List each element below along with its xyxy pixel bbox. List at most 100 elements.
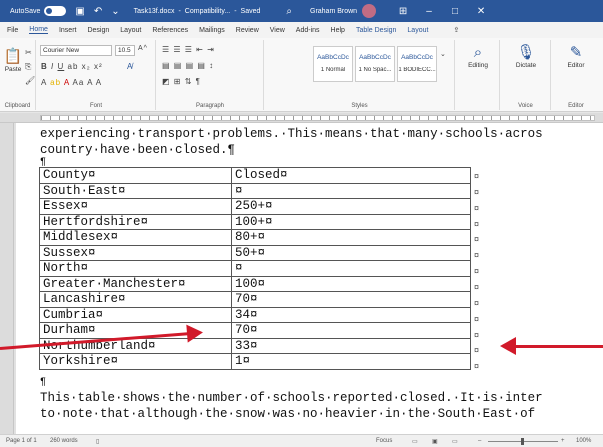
style-bodiecc[interactable]: AaBbCcDc 1 BODIECC... xyxy=(397,46,437,82)
style-normal[interactable]: AaBbCcDc 1 Normal xyxy=(313,46,353,82)
styles-more-icon[interactable]: ⌄ xyxy=(440,50,447,58)
zoom-out-button[interactable]: – xyxy=(478,438,481,444)
autosave-toggle[interactable]: AutoSave xyxy=(10,6,67,16)
closed-cell[interactable]: 70¤ xyxy=(231,322,471,339)
closed-cell[interactable]: 100¤ xyxy=(231,275,471,292)
tab-view[interactable]: View xyxy=(270,27,285,34)
county-cell[interactable]: Essex¤ xyxy=(39,198,232,215)
county-cell[interactable]: Cumbria¤ xyxy=(39,306,232,323)
avatar[interactable] xyxy=(362,4,377,18)
bold-italic-underline-icons[interactable]: B I U ab x₂ x² xyxy=(41,62,103,71)
table-row[interactable]: Cumbria¤ 34¤ xyxy=(39,306,471,323)
list-icons[interactable]: ☰ ☰ ☰ ⇤ ⇥ xyxy=(162,45,215,54)
share-icon[interactable]: ⇪ xyxy=(453,26,459,34)
county-cell[interactable]: Greater·Manchester¤ xyxy=(39,275,232,292)
zoom-in-button[interactable]: + xyxy=(561,438,565,444)
document-page[interactable]: experiencing·transport·problems.·This·me… xyxy=(16,123,603,434)
style-no-spacing[interactable]: AaBbCcDc 1 No Spac... xyxy=(355,46,395,82)
closed-cell[interactable]: 80+¤ xyxy=(231,229,471,246)
ruler-scale[interactable] xyxy=(40,115,595,121)
county-cell[interactable]: Lancashire¤ xyxy=(39,291,232,308)
minimize-button[interactable]: – xyxy=(416,6,442,17)
editing-button[interactable]: ⌕ Editing xyxy=(464,44,492,69)
format-painter-icon[interactable]: 🖌 xyxy=(25,76,36,85)
ribbon-display-icon[interactable]: ⊞ xyxy=(390,6,416,17)
county-cell[interactable]: South·East¤ xyxy=(39,182,232,199)
intro-line-2[interactable]: country·have·been·closed.¶ xyxy=(40,143,235,157)
table-row[interactable]: Sussex¤ 50+¤ xyxy=(39,244,471,261)
zoom-slider-thumb[interactable] xyxy=(521,438,524,445)
tab-file[interactable]: File xyxy=(7,27,18,34)
closed-cell[interactable]: ¤ xyxy=(231,182,471,199)
closed-cell[interactable]: 34¤ xyxy=(231,306,471,323)
search-icon[interactable]: ⌕ xyxy=(286,6,292,17)
county-cell[interactable]: Middlesex¤ xyxy=(39,229,232,246)
dictate-button[interactable]: 🎙 Dictate xyxy=(509,44,543,69)
table-row[interactable]: Lancashire¤ 70¤ xyxy=(39,291,471,308)
proofing-icon[interactable]: ▯ xyxy=(96,438,99,445)
tab-table-design[interactable]: Table Design xyxy=(356,27,396,34)
body-line-2[interactable]: to·note·that·although·the·snow·was·no·he… xyxy=(40,407,535,421)
closed-cell[interactable]: ¤ xyxy=(231,260,471,277)
editor-button[interactable]: ✎ Editor xyxy=(560,44,592,69)
tab-design[interactable]: Design xyxy=(87,27,109,34)
text-effects-icon[interactable]: A ab A Aa A A xyxy=(41,78,102,87)
zoom-level[interactable]: 100% xyxy=(576,438,591,444)
maximize-button[interactable]: □ xyxy=(442,6,468,17)
tab-insert[interactable]: Insert xyxy=(59,27,77,34)
intro-line-1[interactable]: experiencing·transport·problems.·This·me… xyxy=(40,127,543,141)
shading-sort-icons[interactable]: ◩ ⊞ ⇅ ¶ xyxy=(162,77,201,86)
font-size-select[interactable]: 10.5 xyxy=(115,45,135,56)
alignment-icons[interactable]: ▤ ▤ ▤ ▤ ↕ xyxy=(162,61,214,70)
font-name-select[interactable]: Courier New xyxy=(40,45,112,56)
print-layout-icon[interactable]: ▣ xyxy=(432,438,438,445)
read-mode-icon[interactable]: ▭ xyxy=(412,438,418,445)
county-cell[interactable]: Hertfordshire¤ xyxy=(39,213,232,230)
web-layout-icon[interactable]: ▭ xyxy=(452,438,458,445)
focus-mode[interactable]: Focus xyxy=(376,438,392,444)
table-row[interactable]: North¤ ¤ xyxy=(39,260,471,277)
tab-table-layout[interactable]: Layout xyxy=(407,27,428,34)
grow-font-icon[interactable]: A^ xyxy=(138,45,148,52)
county-cell[interactable]: Sussex¤ xyxy=(39,244,232,261)
table-row[interactable]: Essex¤ 250+¤ xyxy=(39,198,471,215)
undo-icon[interactable]: ↶ xyxy=(94,6,102,17)
tab-references[interactable]: References xyxy=(152,27,188,34)
county-cell[interactable]: County¤ xyxy=(39,167,232,184)
closed-cell[interactable]: 1¤ xyxy=(231,353,471,370)
autosave-switch[interactable] xyxy=(44,6,67,16)
table-row[interactable]: South·East¤ ¤ xyxy=(39,182,471,199)
closed-cell[interactable]: 70¤ xyxy=(231,291,471,308)
closed-cell[interactable]: 33¤ xyxy=(231,337,471,354)
table-row[interactable]: Hertfordshire¤ 100+¤ xyxy=(39,213,471,230)
save-icon[interactable]: ▣ xyxy=(75,6,84,17)
county-cell[interactable]: Yorkshire¤ xyxy=(39,353,232,370)
closed-cell[interactable]: 100+¤ xyxy=(231,213,471,230)
tab-review[interactable]: Review xyxy=(236,27,259,34)
paste-button[interactable]: 📋 Paste xyxy=(3,48,23,73)
copy-icon[interactable]: ⎘ xyxy=(25,62,32,72)
county-cell[interactable]: North¤ xyxy=(39,260,232,277)
closed-cell[interactable]: 250+¤ xyxy=(231,198,471,215)
tab-layout[interactable]: Layout xyxy=(120,27,141,34)
user-name[interactable]: Graham Brown xyxy=(310,8,357,15)
closed-cell[interactable]: 50+¤ xyxy=(231,244,471,261)
table-row[interactable]: Middlesex¤ 80+¤ xyxy=(39,229,471,246)
page-count[interactable]: Page 1 of 1 xyxy=(6,438,37,444)
table-row[interactable]: Greater·Manchester¤ 100¤ xyxy=(39,275,471,292)
tab-add-ins[interactable]: Add-ins xyxy=(296,27,320,34)
close-button[interactable]: ✕ xyxy=(468,6,494,17)
tab-home[interactable]: Home xyxy=(29,26,48,34)
tab-help[interactable]: Help xyxy=(331,27,345,34)
tab-mailings[interactable]: Mailings xyxy=(199,27,225,34)
save-status[interactable]: Saved xyxy=(241,8,261,15)
table-row[interactable]: County¤ Closed¤ xyxy=(39,167,471,184)
body-line-1[interactable]: This·table·shows·the·number·of·schools·r… xyxy=(40,391,543,405)
word-count[interactable]: 260 words xyxy=(50,438,78,444)
closed-cell[interactable]: Closed¤ xyxy=(231,167,471,184)
table-row[interactable]: Yorkshire¤ 1¤ xyxy=(39,353,471,370)
table-row[interactable]: Durham¤ 70¤ xyxy=(39,322,471,339)
clear-formatting-icon[interactable]: A̸ xyxy=(127,62,133,71)
customize-qat-icon[interactable]: ⌄ xyxy=(111,6,119,17)
cut-icon[interactable]: ✂ xyxy=(25,48,33,57)
